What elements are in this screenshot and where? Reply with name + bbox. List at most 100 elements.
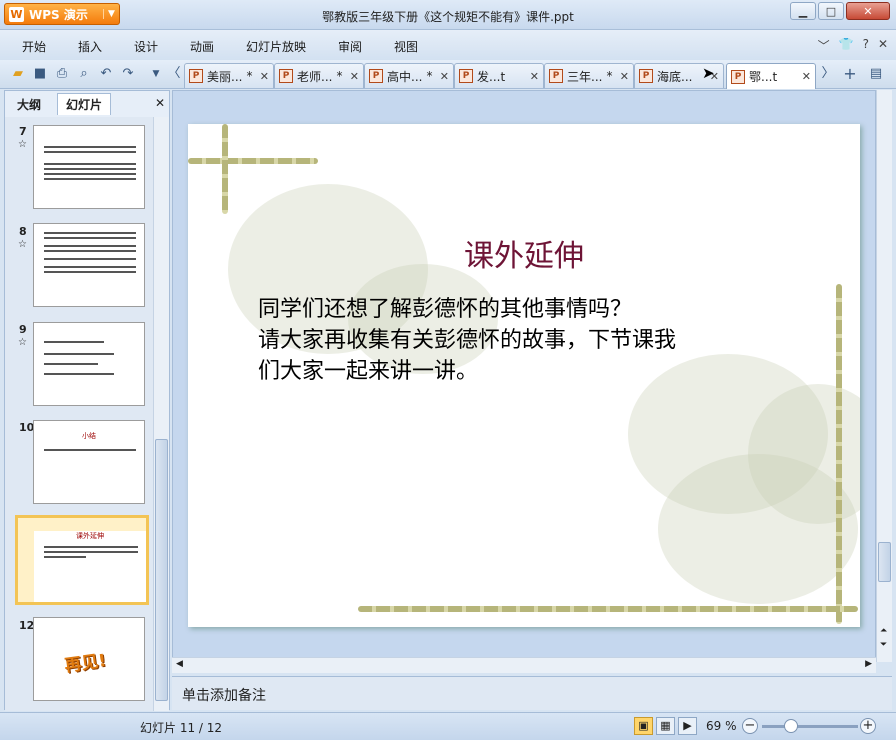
next-slide-icon[interactable]: ⏷ <box>880 640 887 650</box>
animation-star-icon: ☆ <box>18 139 27 150</box>
slides-panel: 大纲 幻灯片 ✕ 7 ☆ 8 ☆ 9 ☆ 10 小结 11 课外延伸 1 <box>4 90 170 711</box>
tab-label: 美丽... <box>207 69 243 84</box>
tab-label: 鄂...t <box>749 70 778 84</box>
scrollbar-thumb[interactable] <box>878 542 891 582</box>
tab-doc-5[interactable]: P 三年... * ✕ <box>544 63 634 88</box>
tab-label: 海底... <box>657 69 693 84</box>
thumbnail-scrollbar[interactable] <box>153 117 169 711</box>
zoom-slider[interactable] <box>762 725 858 728</box>
close-icon[interactable]: ✕ <box>260 70 269 83</box>
menu-review[interactable]: 审阅 <box>338 38 362 55</box>
tab-doc-7-active[interactable]: P 鄂...t ✕ <box>726 63 816 89</box>
menu-view[interactable]: 视图 <box>394 38 418 55</box>
tab-slides[interactable]: 幻灯片 <box>57 93 112 115</box>
zoom-level: 69 % <box>706 719 737 733</box>
scroll-right-icon[interactable]: ▶ <box>865 659 872 669</box>
ppt-file-icon: P <box>639 69 653 83</box>
menu-slideshow[interactable]: 幻灯片放映 <box>246 38 306 55</box>
print-preview-icon[interactable]: ⌕ <box>76 66 92 82</box>
undo-icon[interactable]: ↶ <box>98 66 114 82</box>
ppt-file-icon: P <box>459 69 473 83</box>
close-icon[interactable]: ✕ <box>350 70 359 83</box>
help-icon[interactable]: ? <box>863 37 869 54</box>
new-tab-icon[interactable]: + <box>842 66 858 82</box>
zoom-out-button[interactable]: − <box>742 718 758 734</box>
maximize-button[interactable]: □ <box>818 2 844 20</box>
slide-thumbnail-12[interactable]: 再见! <box>33 617 145 701</box>
thumb-title: 小结 <box>82 432 96 440</box>
scrollbar-thumb[interactable] <box>155 439 168 701</box>
menu-bar: 开始 插入 设计 动画 幻灯片放映 审阅 视图 ﹀ 👕 ? ✕ <box>0 30 896 60</box>
close-panel-icon[interactable]: ✕ <box>155 96 165 110</box>
menu-animation[interactable]: 动画 <box>190 38 214 55</box>
redo-icon[interactable]: ↷ <box>120 66 136 82</box>
notes-pane[interactable]: 单击添加备注 <box>172 676 892 710</box>
tab-doc-2[interactable]: P 老师... * ✕ <box>274 63 364 88</box>
scroll-left-icon[interactable]: ◀ <box>176 659 183 669</box>
close-icon[interactable]: ✕ <box>620 70 629 83</box>
notes-placeholder: 单击添加备注 <box>182 688 266 704</box>
minimize-button[interactable]: ▁ <box>790 2 816 20</box>
tab-modified: * <box>336 69 343 83</box>
tab-label: 高中... <box>387 69 423 84</box>
thumb-title: 再见! <box>63 650 108 677</box>
ppt-file-icon: P <box>731 69 745 84</box>
tab-outline[interactable]: 大纲 <box>9 93 49 115</box>
current-slide[interactable]: 课外延伸 同学们还想了解彭德怀的其他事情吗？ 请大家再收集有关彭德怀的故事，下节… <box>188 124 860 627</box>
slideshow-icon[interactable]: ▶ <box>678 717 697 735</box>
slide-thumbnail-7[interactable] <box>33 125 145 209</box>
slide-thumbnail-9[interactable] <box>33 322 145 406</box>
normal-view-icon[interactable]: ▣ <box>634 717 653 735</box>
close-doc-icon[interactable]: ✕ <box>878 37 888 54</box>
tab-doc-1[interactable]: P 美丽... * ✕ <box>184 63 274 88</box>
zoom-slider-handle[interactable] <box>784 719 798 733</box>
slide-thumbnail-10[interactable]: 小结 <box>33 420 145 504</box>
animation-star-icon: ☆ <box>18 239 27 250</box>
body-line-1: 同学们还想了解彭德怀的其他事情吗？ <box>258 297 633 322</box>
menu-design[interactable]: 设计 <box>134 38 158 55</box>
menu-insert[interactable]: 插入 <box>78 38 102 55</box>
close-icon[interactable]: ✕ <box>802 70 811 83</box>
slide-thumbnail-11-selected[interactable]: 课外延伸 <box>15 515 149 605</box>
close-window-button[interactable]: ✕ <box>846 2 890 20</box>
tab-scroll-right-icon[interactable]: 〉 <box>820 66 836 82</box>
tab-label: 老师... <box>297 69 333 84</box>
vine-decoration-top <box>188 158 318 164</box>
tab-doc-3[interactable]: P 高中... * ✕ <box>364 63 454 88</box>
skin-icon[interactable]: 👕 <box>839 37 854 54</box>
ppt-file-icon: P <box>369 69 383 83</box>
slide-title[interactable]: 课外延伸 <box>188 231 860 275</box>
thumb-number: 9 <box>19 323 27 336</box>
thumbnail-list: 7 ☆ 8 ☆ 9 ☆ 10 小结 11 课外延伸 12 再见! <box>5 117 153 711</box>
print-icon[interactable]: ⎙ <box>54 66 70 82</box>
close-icon[interactable]: ✕ <box>440 70 449 83</box>
body-line-2: 请大家再收集有关彭德怀的故事，下节课我 <box>258 328 677 353</box>
slide-body-text[interactable]: 同学们还想了解彭德怀的其他事情吗？ 请大家再收集有关彭德怀的故事，下节课我 们大… <box>258 294 778 387</box>
slide-vertical-scrollbar[interactable]: ⏶ ⏷ <box>876 90 892 662</box>
close-icon[interactable]: ✕ <box>530 70 539 83</box>
vine-decoration-right <box>836 284 842 624</box>
slide-thumbnail-8[interactable] <box>33 223 145 307</box>
body-line-3: 们大家一起来讲一讲。 <box>258 359 479 384</box>
tab-label: 发...t <box>477 69 506 84</box>
thumb-number: 8 <box>19 225 27 238</box>
menu-start[interactable]: 开始 <box>22 38 46 55</box>
slide-horizontal-scrollbar[interactable]: ◀ ▶ <box>172 657 876 673</box>
zoom-in-button[interactable]: + <box>860 718 876 734</box>
tab-doc-4[interactable]: P 发...t ✕ <box>454 63 544 88</box>
tab-list-icon[interactable]: ▤ <box>868 66 884 82</box>
status-bar: 幻灯片 11 / 12 ▣ ▦ ▶ 69 % − + <box>0 712 896 740</box>
quick-toolbar: ▰ ■ ⎙ ⌕ ↶ ↷ ▼ 〈 P 美丽... * ✕ P 老师... * ✕ P … <box>0 60 896 89</box>
prev-slide-icon[interactable]: ⏶ <box>880 626 887 636</box>
ppt-file-icon: P <box>189 69 203 83</box>
tab-label: 三年... <box>567 69 603 84</box>
customize-dropdown-icon[interactable]: ▼ <box>148 66 164 82</box>
slide-editor: 课外延伸 同学们还想了解彭德怀的其他事情吗？ 请大家再收集有关彭德怀的故事，下节… <box>172 90 876 662</box>
slide-sorter-icon[interactable]: ▦ <box>656 717 675 735</box>
ppt-file-icon: P <box>549 69 563 83</box>
tab-scroll-left-icon[interactable]: 〈 <box>166 66 182 82</box>
open-folder-icon[interactable]: ▰ <box>10 66 26 82</box>
title-bar: W WPS 演示 ▼ 鄂教版三年级下册《这个规矩不能有》课件.ppt ▁ □ ✕ <box>0 0 896 30</box>
save-icon[interactable]: ■ <box>32 66 48 82</box>
collapse-ribbon-icon[interactable]: ﹀ <box>818 37 830 54</box>
